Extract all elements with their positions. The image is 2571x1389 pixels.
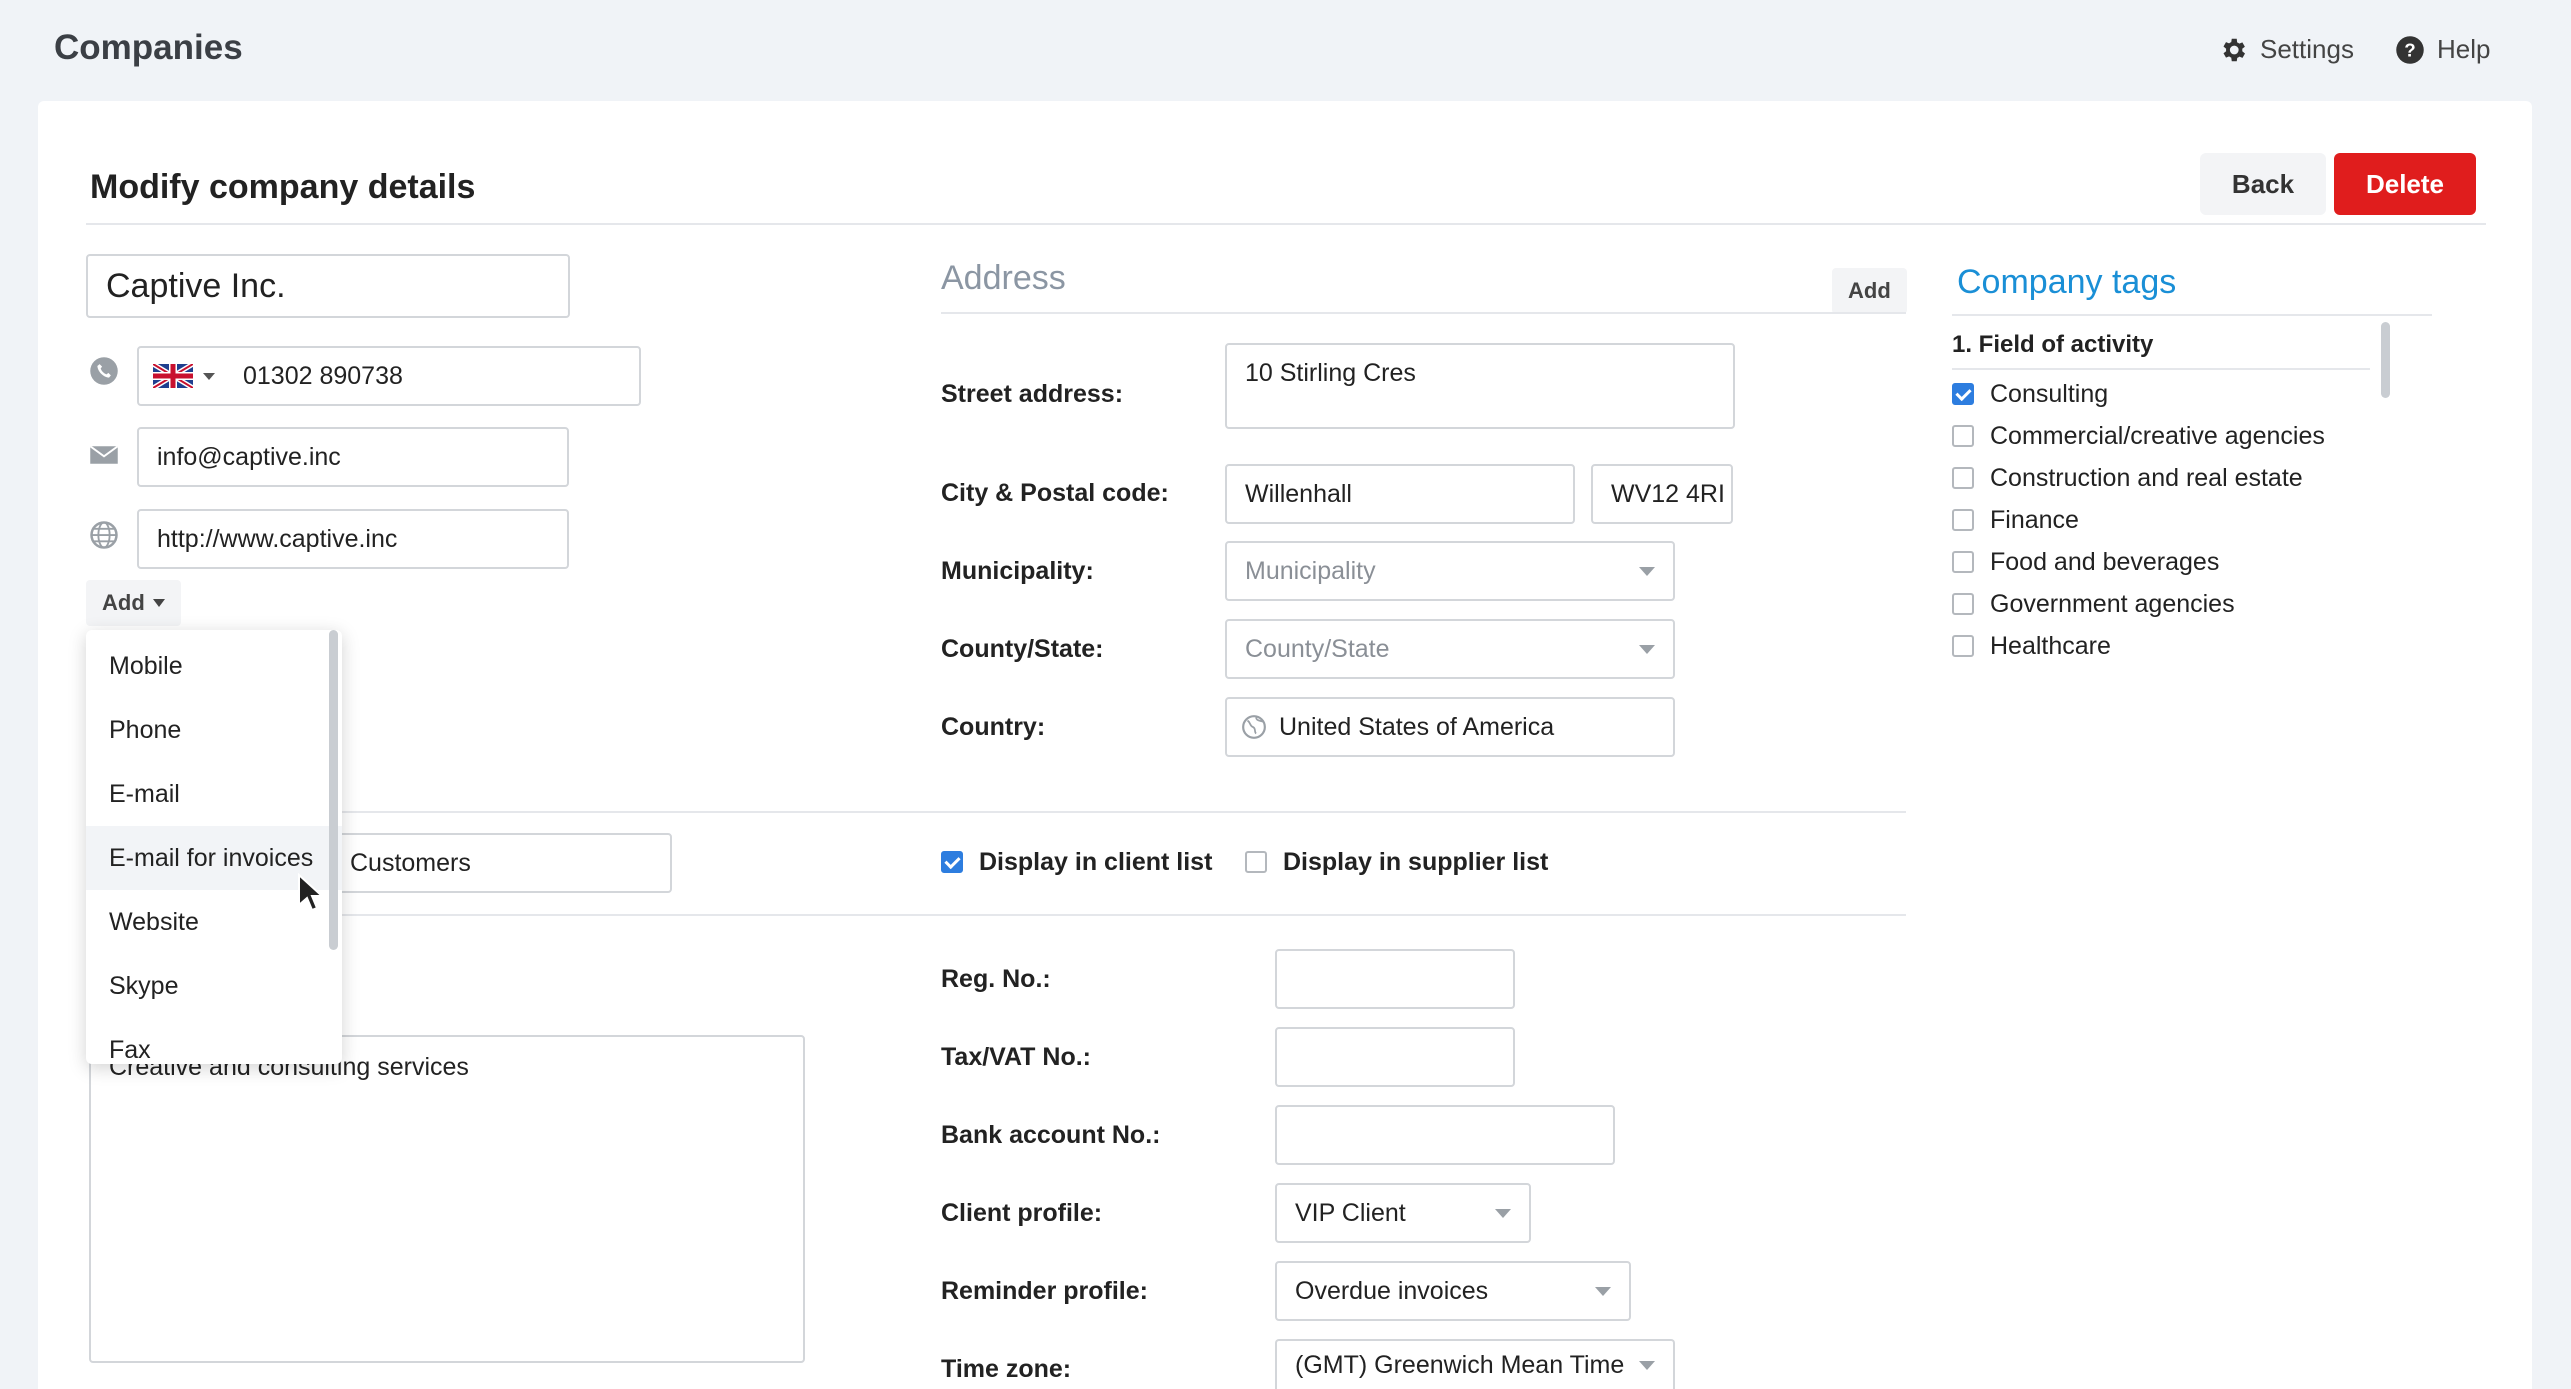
add-contact-button[interactable]: Add [86, 580, 181, 626]
county-select[interactable]: County/State [1225, 619, 1675, 679]
timezone-select[interactable]: (GMT) Greenwich Mean Time [1275, 1339, 1675, 1389]
street-label: Street address: [941, 380, 1124, 408]
settings-link[interactable]: Settings [2218, 34, 2354, 65]
tag-item[interactable]: Food and beverages [1952, 541, 2325, 583]
mouse-cursor-icon [298, 873, 323, 912]
menu-item[interactable]: Mobile [86, 634, 342, 698]
address-heading: Address [941, 259, 1066, 297]
client-profile-label: Client profile: [941, 1199, 1103, 1227]
address-divider [941, 312, 1906, 314]
delete-button[interactable]: Delete [2334, 153, 2476, 215]
tags-divider [1952, 314, 2432, 316]
reminder-label: Reminder profile: [941, 1277, 1148, 1305]
city-postal-label: City & Postal code: [941, 479, 1169, 507]
tag-group-title: 1. Field of activity [1952, 322, 2370, 370]
header-divider [86, 223, 2486, 225]
timezone-label: Time zone: [941, 1355, 1072, 1383]
postal-code-input[interactable]: WV12 4RI [1591, 464, 1733, 524]
mail-icon [89, 445, 119, 464]
tag-item[interactable]: Commercial/creative agencies [1952, 415, 2325, 457]
gear-icon [2223, 38, 2245, 61]
add-contact-label: Add [102, 590, 145, 615]
svg-text:?: ? [2404, 39, 2415, 60]
add-address-button[interactable]: Add [1832, 268, 1907, 314]
bank-label: Bank account No.: [941, 1121, 1161, 1149]
tag-item[interactable]: Consulting [1952, 373, 2325, 415]
tag-item[interactable]: Construction and real estate [1952, 457, 2325, 499]
website-input[interactable]: http://www.captive.inc [137, 509, 569, 569]
caret-down-icon [152, 599, 165, 607]
section-divider [86, 811, 1906, 813]
client-profile-select[interactable]: VIP Client [1275, 1183, 1531, 1243]
page-title: Modify company details [90, 168, 476, 206]
county-label: County/State: [941, 635, 1104, 663]
tag-label: Government agencies [1990, 589, 2235, 618]
supplier-list-label: Display in supplier list [1283, 847, 1549, 876]
email-input[interactable]: info@captive.inc [137, 427, 569, 487]
country-value: United States of America [1279, 712, 1555, 741]
tag-item[interactable]: Finance [1952, 499, 2325, 541]
country-label: Country: [941, 713, 1046, 741]
tag-label: Food and beverages [1990, 547, 2220, 576]
company-tags-heading: Company tags [1957, 263, 2177, 301]
tag-label: Healthcare [1990, 631, 2111, 660]
bank-input[interactable] [1275, 1105, 1615, 1165]
uk-flag-icon [153, 364, 193, 388]
tag-checkbox[interactable] [1952, 593, 1974, 615]
menu-scrollbar[interactable] [329, 630, 338, 950]
menu-item[interactable]: E-mail [86, 762, 342, 826]
tag-checkbox[interactable] [1952, 509, 1974, 531]
city-input[interactable]: Willenhall [1225, 464, 1575, 524]
settings-label: Settings [2260, 34, 2354, 64]
supplier-list-option[interactable]: Display in supplier list [1245, 841, 1548, 883]
tag-item[interactable]: Government agencies [1952, 583, 2325, 625]
tags-scrollbar[interactable] [2381, 322, 2390, 398]
reg-no-label: Reg. No.: [941, 965, 1051, 993]
description-textarea[interactable] [89, 1035, 805, 1363]
menu-item[interactable]: Skype [86, 954, 342, 1018]
globe-icon [90, 521, 118, 549]
help-link[interactable]: ? Help [2395, 34, 2490, 65]
client-list-label: Display in client list [979, 847, 1213, 876]
tag-label: Construction and real estate [1990, 463, 2303, 492]
phone-value: 01302 890738 [243, 361, 403, 390]
municipality-select[interactable]: Municipality [1225, 541, 1675, 601]
group-value: Customers [350, 848, 471, 877]
reg-no-input[interactable] [1275, 949, 1515, 1009]
help-icon: ? [2396, 35, 2424, 64]
menu-item[interactable]: Fax [86, 1018, 342, 1064]
tag-label: Finance [1990, 505, 2079, 534]
back-button[interactable]: Back [2200, 153, 2326, 215]
tag-checkbox[interactable] [1952, 467, 1974, 489]
tag-checkbox[interactable] [1952, 551, 1974, 573]
company-name-input[interactable]: Captive Inc. [86, 254, 570, 318]
client-list-option[interactable]: Display in client list [941, 841, 1212, 883]
chevron-down-icon [203, 372, 215, 380]
phone-field[interactable]: 01302 890738 [137, 346, 641, 406]
tag-item[interactable]: Healthcare [1952, 625, 2325, 667]
help-label: Help [2437, 34, 2491, 64]
add-contact-menu: Mobile Phone E-mail E-mail for invoices Webs… [86, 630, 342, 1064]
tags-list: Consulting Commercial/creative agencies Co… [1952, 373, 2325, 667]
country-select[interactable]: United States of America [1225, 697, 1675, 757]
reminder-select[interactable]: Overdue invoices [1275, 1261, 1631, 1321]
menu-item[interactable]: Phone [86, 698, 342, 762]
tag-label: Consulting [1990, 379, 2109, 408]
group-select[interactable]: Customers [330, 833, 672, 893]
client-list-checkbox[interactable] [941, 851, 963, 873]
tag-label: Commercial/creative agencies [1990, 421, 2325, 450]
country-code-select[interactable] [139, 348, 229, 404]
page-header-title: Companies [54, 28, 243, 67]
tag-checkbox[interactable] [1952, 383, 1974, 405]
street-textarea[interactable] [1225, 343, 1735, 429]
tax-input[interactable] [1275, 1027, 1515, 1087]
tag-checkbox[interactable] [1952, 635, 1974, 657]
section-divider-2 [86, 914, 1906, 916]
municipality-label: Municipality: [941, 557, 1094, 585]
globe-icon [1242, 715, 1266, 739]
phone-icon [90, 357, 118, 385]
tax-label: Tax/VAT No.: [941, 1043, 1091, 1071]
supplier-list-checkbox[interactable] [1245, 851, 1267, 873]
tag-checkbox[interactable] [1952, 425, 1974, 447]
